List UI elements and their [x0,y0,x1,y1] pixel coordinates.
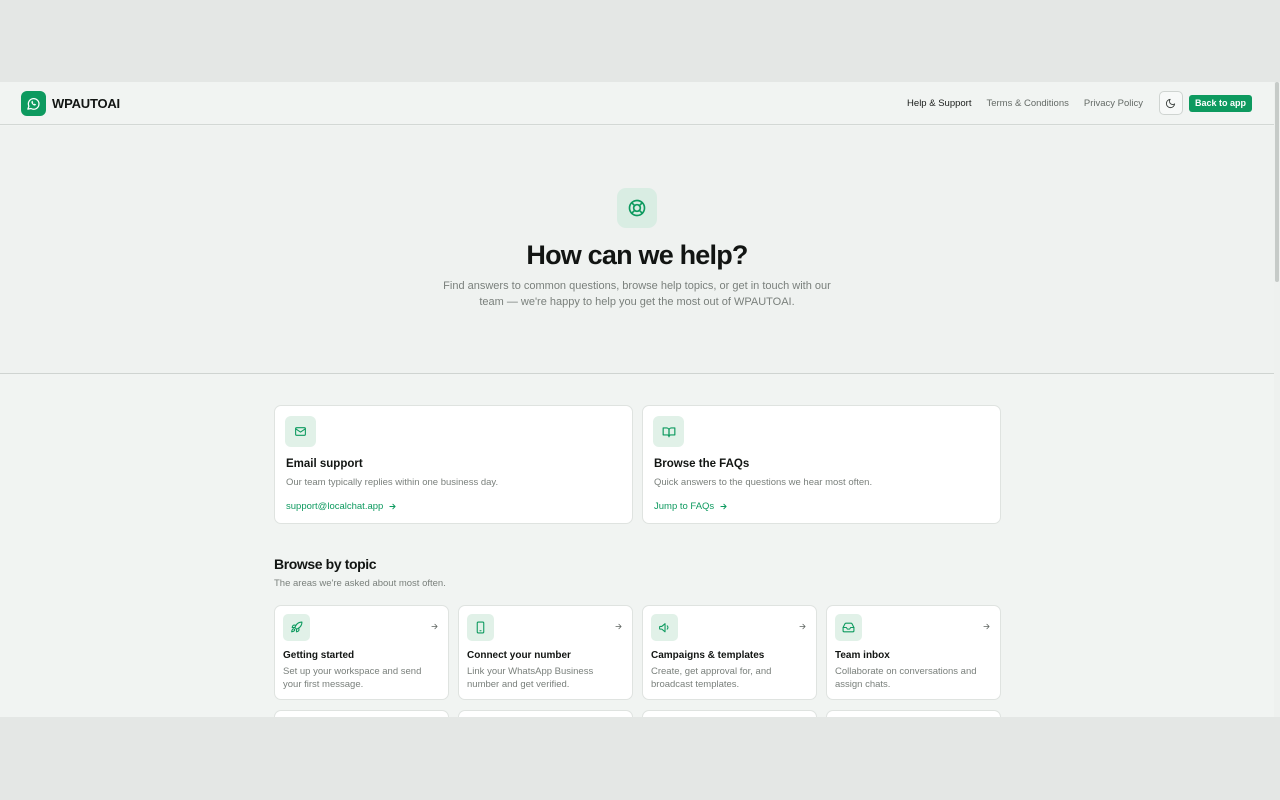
topic-title: Getting started [283,650,355,661]
arrow-right-icon [389,503,396,510]
brand[interactable]: WPAUTOAI [21,91,120,116]
topic-description: Set up your workspace and send your firs… [283,666,422,690]
section-subtitle: The areas we're asked about most often. [274,578,446,589]
whatsapp-logo-icon [21,91,46,116]
link-label: Jump to FAQs [654,501,715,512]
rocket-icon [283,614,310,641]
section-title: Browse by topic [274,556,377,572]
back-to-app-button[interactable]: Back to app [1188,94,1252,112]
link-label: support@localchat.app [286,501,384,512]
topic-card-partial[interactable] [458,710,633,717]
page-title: How can we help? [526,240,748,270]
topic-card-partial[interactable] [274,710,449,717]
topic-description: Link your WhatsApp Business number and g… [467,666,594,690]
email-support-card: Email support Our team typically replies… [274,405,633,524]
hero-section: How can we help? Find answers to common … [0,126,1274,374]
topic-description: Create, get approval for, and broadcast … [651,666,772,690]
card-title: Browse the FAQs [654,458,750,470]
topic-card-campaigns-templates[interactable]: Campaigns & templates Create, get approv… [642,605,817,700]
moon-icon [1166,98,1176,108]
arrow-right-icon [799,623,806,630]
arrow-right-icon [615,623,622,630]
card-description: Quick answers to the questions we hear m… [654,477,873,488]
topic-description: Collaborate on conversations and assign … [835,666,977,690]
email-support-link[interactable]: support@localchat.app [286,501,397,512]
topic-card-getting-started[interactable]: Getting started Set up your workspace an… [274,605,449,700]
lifebuoy-icon [617,188,657,228]
page-viewport: WPAUTOAI Help & Support Terms & Conditio… [0,82,1280,717]
topic-title: Connect your number [467,650,571,661]
megaphone-icon [651,614,678,641]
card-title: Email support [286,458,363,470]
nav-privacy-policy[interactable]: Privacy Policy [1084,98,1143,109]
vertical-scrollbar[interactable] [1274,82,1280,717]
top-header: WPAUTOAI Help & Support Terms & Conditio… [0,82,1274,125]
top-nav: Help & Support Terms & Conditions Privac… [907,91,1252,115]
jump-to-faqs-link[interactable]: Jump to FAQs [654,501,728,512]
topic-card-team-inbox[interactable]: Team inbox Collaborate on conversations … [826,605,1001,700]
arrow-right-icon [431,623,438,630]
topic-card-partial[interactable] [642,710,817,717]
scrollbar-thumb[interactable] [1275,82,1279,282]
theme-toggle-button[interactable] [1158,91,1183,115]
nav-help-support[interactable]: Help & Support [907,98,971,109]
mail-icon [285,416,316,447]
brand-name: WPAUTOAI [52,96,120,111]
card-description: Our team typically replies within one bu… [286,477,499,488]
topic-card-connect-number[interactable]: Connect your number Link your WhatsApp B… [458,605,633,700]
inbox-icon [835,614,862,641]
phone-icon [467,614,494,641]
topic-card-partial[interactable] [826,710,1001,717]
nav-terms-conditions[interactable]: Terms & Conditions [986,98,1068,109]
topic-title: Team inbox [835,650,890,661]
arrow-right-icon [983,623,990,630]
page-subtitle: Find answers to common questions, browse… [443,280,831,308]
book-icon [653,416,684,447]
arrow-right-icon [720,503,727,510]
faq-card: Browse the FAQs Quick answers to the que… [642,405,1001,524]
topic-title: Campaigns & templates [651,650,765,661]
